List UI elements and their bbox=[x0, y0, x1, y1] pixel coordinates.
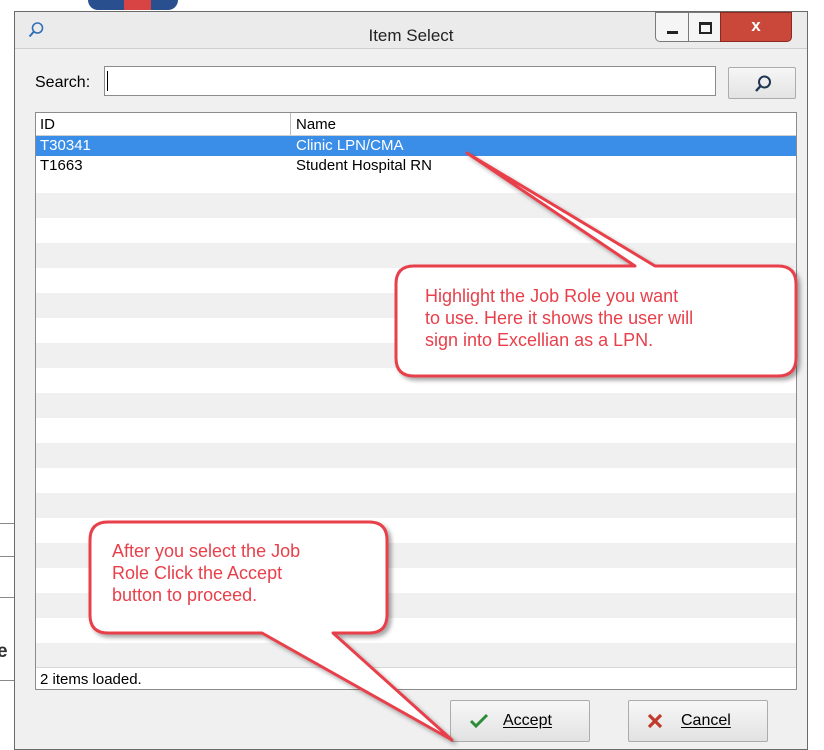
maximize-button[interactable] bbox=[688, 12, 721, 42]
callout-line: Highlight the Job Role you want bbox=[425, 286, 679, 306]
row-stripe bbox=[36, 393, 796, 418]
close-button[interactable]: x bbox=[720, 12, 792, 42]
status-text: 2 items loaded. bbox=[36, 667, 796, 689]
x-icon bbox=[647, 713, 663, 729]
search-input[interactable] bbox=[104, 66, 716, 96]
cancel-button[interactable]: Cancel bbox=[628, 700, 768, 742]
check-icon bbox=[469, 713, 489, 729]
background-divider bbox=[0, 523, 14, 524]
minimize-button[interactable] bbox=[655, 12, 689, 42]
row-stripe bbox=[36, 443, 796, 468]
list-header: ID Name bbox=[36, 113, 796, 136]
callout-text-top: Highlight the Job Role you want to use. … bbox=[425, 285, 693, 351]
cancel-label: Cancel bbox=[681, 712, 731, 729]
background-divider bbox=[0, 556, 14, 557]
close-icon: x bbox=[751, 16, 761, 35]
column-divider[interactable] bbox=[290, 113, 291, 135]
callout-line: to use. Here it shows the user will bbox=[425, 308, 694, 328]
background-app-logo bbox=[88, 0, 178, 10]
row-id: T1663 bbox=[40, 157, 83, 174]
accept-label: Accept bbox=[503, 712, 552, 729]
row-id: T30341 bbox=[40, 137, 91, 154]
row-stripe bbox=[36, 243, 796, 268]
column-header-id[interactable]: ID bbox=[40, 113, 288, 135]
background-divider bbox=[0, 680, 14, 681]
callout-line: button to proceed. bbox=[112, 585, 258, 605]
callout-text-bottom: After you select the Job Role Click the … bbox=[112, 540, 300, 606]
column-header-name[interactable]: Name bbox=[296, 113, 596, 135]
callout-line: sign into Excellian as a LPN. bbox=[425, 330, 654, 350]
callout-line: Role Click the Accept bbox=[112, 563, 283, 583]
search-label: Search: bbox=[35, 74, 91, 91]
table-row-selected[interactable]: T30341 Clinic LPN/CMA bbox=[36, 136, 796, 156]
row-stripe bbox=[36, 193, 796, 218]
row-stripe bbox=[36, 493, 796, 518]
background-divider bbox=[0, 597, 14, 598]
accept-button[interactable]: Accept bbox=[450, 700, 590, 742]
table-row[interactable]: T1663 Student Hospital RN bbox=[36, 156, 796, 176]
search-button[interactable] bbox=[728, 67, 796, 99]
callout-line: After you select the Job bbox=[112, 541, 301, 561]
row-stripe bbox=[36, 643, 796, 668]
item-select-dialog: Item Select x Search: ID Name T30341 Cli… bbox=[14, 11, 808, 750]
background-partial-text: e bbox=[0, 641, 8, 662]
row-name: Clinic LPN/CMA bbox=[296, 137, 404, 154]
text-caret bbox=[107, 71, 108, 91]
title-bar[interactable]: Item Select x bbox=[15, 12, 807, 49]
search-icon bbox=[755, 75, 771, 92]
row-name: Student Hospital RN bbox=[296, 157, 432, 174]
